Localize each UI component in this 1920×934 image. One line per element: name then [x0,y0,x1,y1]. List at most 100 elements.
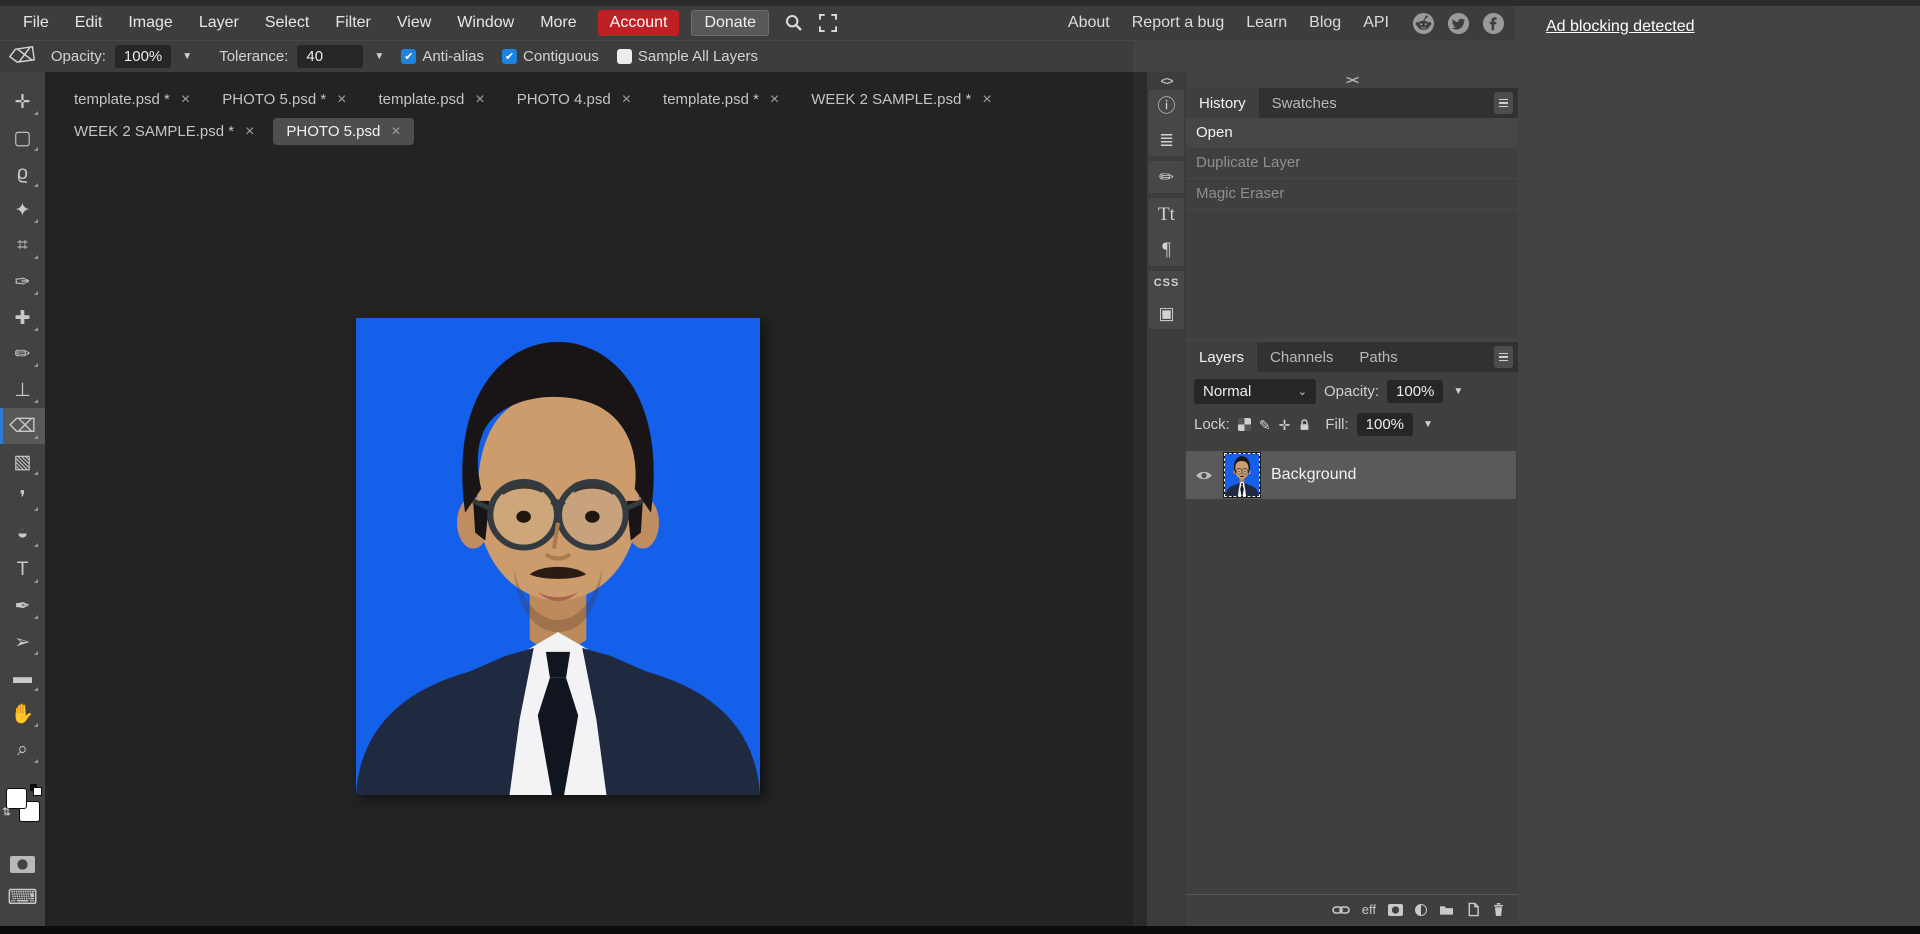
history-step[interactable]: Magic Eraser [1186,179,1518,210]
new-layer-icon[interactable] [1466,902,1480,917]
layers-opacity-value-field[interactable]: 100% [1387,380,1443,403]
link-layers-icon[interactable] [1332,904,1350,916]
tab-close-icon[interactable] [475,92,484,108]
crop-tool[interactable]: ⌗ [0,228,45,264]
shape-tool[interactable]: ▬ [0,660,45,696]
keyboard-shortcuts-icon[interactable]: ⌨ [7,887,37,908]
tab-close-icon[interactable] [391,124,400,140]
document-tab[interactable]: template.psd * [650,86,792,113]
menu-file[interactable]: File [10,10,62,36]
menu-view[interactable]: View [384,10,444,36]
collapse-panels-icon[interactable]: >< [1346,71,1358,89]
expand-strip-icon[interactable]: <> [1147,72,1186,90]
tab-swatches[interactable]: Swatches [1259,88,1350,118]
layer-row-background[interactable]: Background [1186,451,1516,499]
tab-close-icon[interactable] [982,92,991,108]
menu-more[interactable]: More [527,10,589,36]
tolerance-dropdown-icon[interactable]: ▼ [372,51,386,62]
history-step[interactable]: Open [1186,118,1518,148]
layer-effects-icon[interactable]: eff [1362,902,1376,917]
horizontal-scrollbar[interactable] [0,926,1920,934]
blur-tool[interactable]: ❜ [0,480,45,516]
layers-opacity-dropdown-icon[interactable]: ▼ [1451,386,1465,397]
facebook-icon[interactable] [1482,12,1505,35]
layer-visibility-eye-icon[interactable] [1195,469,1213,482]
character-panel-icon[interactable]: Tt [1158,205,1175,224]
options-checkbox[interactable]: Contiguous [502,48,599,65]
reddit-icon[interactable] [1412,12,1435,35]
gradient-tool[interactable]: ▧ [0,444,45,480]
tab-close-icon[interactable] [181,92,190,108]
layers-panel-menu-icon[interactable] [1494,346,1513,368]
brush-settings-panel-icon[interactable]: ✏ [1159,168,1174,186]
canvas-area[interactable]: template.psd * PHOTO 5.psd * template.ps… [45,72,1133,926]
options-checkbox[interactable]: Sample All Layers [617,48,758,65]
fill-value-field[interactable]: 100% [1357,413,1413,436]
donate-button[interactable]: Donate [691,10,769,36]
collapse-panels-bar[interactable]: >< [1186,72,1518,88]
link-api[interactable]: API [1352,10,1400,36]
swap-colors-icon[interactable]: ⇄ [0,807,13,816]
fill-dropdown-icon[interactable]: ▼ [1421,419,1435,430]
brush-tool[interactable]: ✏ [0,336,45,372]
dodge-burn-tool[interactable]: ◒ [0,516,45,552]
paragraph-panel-icon[interactable]: ¶ [1162,240,1171,259]
tab-close-icon[interactable] [770,92,779,108]
link-blog[interactable]: Blog [1298,10,1352,36]
options-checkbox[interactable]: Anti-alias [401,48,484,65]
document-tab[interactable]: PHOTO 4.psd [504,86,644,113]
tab-close-icon[interactable] [622,92,631,108]
delete-layer-icon[interactable] [1492,902,1505,917]
magic-wand-tool[interactable]: ✦ [0,192,45,228]
opacity-value-field[interactable]: 100% [115,45,171,68]
tab-channels[interactable]: Channels [1257,342,1346,372]
type-tool[interactable]: T [0,552,45,588]
menu-image[interactable]: Image [115,10,185,36]
document-tab[interactable]: template.psd * [61,86,203,113]
color-swatches[interactable]: ⇄ [6,786,40,822]
search-icon[interactable] [785,14,803,32]
info-panel-icon[interactable]: ⓘ [1158,97,1176,115]
menu-window[interactable]: Window [444,10,527,36]
tolerance-value-field[interactable]: 40 [297,45,363,68]
tab-paths[interactable]: Paths [1346,342,1410,372]
opacity-dropdown-icon[interactable]: ▼ [180,51,194,62]
tab-history[interactable]: History [1186,88,1259,118]
foreground-color-swatch[interactable] [6,788,27,809]
menu-filter[interactable]: Filter [322,10,384,36]
eraser-tool[interactable]: ⌫ [0,408,45,444]
adjustments-panel-icon[interactable]: ≣ [1159,131,1174,149]
select-marquee-tool[interactable]: ▢ [0,120,45,156]
document-tab[interactable]: WEEK 2 SAMPLE.psd * [798,86,1004,113]
lock-transparency-icon[interactable] [1238,418,1251,431]
checkbox-icon[interactable] [617,49,632,64]
menu-select[interactable]: Select [252,10,322,36]
lasso-tool[interactable]: ϱ [0,156,45,192]
layer-thumbnail[interactable] [1224,453,1260,497]
hand-tool[interactable]: ✋ [0,696,45,732]
document-tab[interactable]: WEEK 2 SAMPLE.psd * [61,118,267,145]
healing-brush-tool[interactable]: ✚ [0,300,45,336]
eyedropper-tool[interactable]: ✑ [0,264,45,300]
document-tab[interactable]: PHOTO 5.psd [273,118,413,145]
lock-position-icon[interactable]: ✛ [1279,418,1291,432]
image-panel-icon[interactable]: ▣ [1158,305,1174,322]
checkbox-icon[interactable] [502,49,517,64]
link-about[interactable]: About [1057,10,1121,36]
fullscreen-icon[interactable] [819,14,837,32]
direct-select-tool[interactable]: ➢ [0,624,45,660]
menu-edit[interactable]: Edit [62,10,116,36]
adjustment-layer-icon[interactable] [1415,904,1427,916]
tab-layers[interactable]: Layers [1186,342,1257,372]
ad-blocking-notice-link[interactable]: Ad blocking detected [1546,18,1695,36]
layer-mask-icon[interactable] [1388,904,1403,916]
lock-pixels-icon[interactable]: ✎ [1259,418,1271,432]
link-report-a-bug[interactable]: Report a bug [1121,10,1236,36]
clone-stamp-tool[interactable]: ⊥ [0,372,45,408]
document-tab[interactable]: PHOTO 5.psd * [209,86,359,113]
checkbox-icon[interactable] [401,49,416,64]
zoom-tool[interactable]: ⌕ [0,732,45,768]
history-panel-menu-icon[interactable] [1494,92,1513,114]
blend-mode-select[interactable]: Normal ⌄ [1194,379,1316,404]
twitter-icon[interactable] [1447,12,1470,35]
